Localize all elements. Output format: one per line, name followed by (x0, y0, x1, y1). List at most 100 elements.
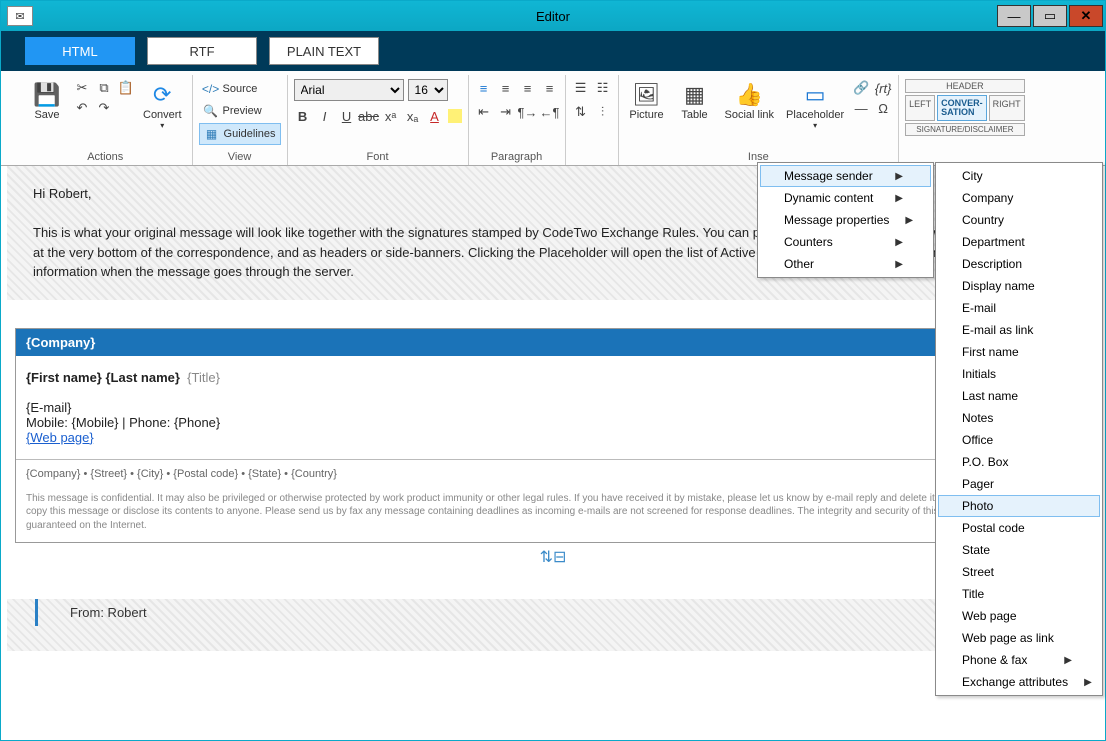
numbering-button[interactable]: ☷ (594, 79, 612, 97)
minimize-button[interactable]: — (997, 5, 1031, 27)
menu-item-office[interactable]: Office (938, 429, 1100, 451)
menu-item-country[interactable]: Country (938, 209, 1100, 231)
tab-plaintext[interactable]: PLAIN TEXT (269, 37, 379, 65)
copy-button[interactable]: ⧉ (95, 79, 113, 97)
menu-item-e-mail-as-link[interactable]: E-mail as link (938, 319, 1100, 341)
fontcolor-button[interactable]: A (426, 107, 444, 125)
menu-item-title[interactable]: Title (938, 583, 1100, 605)
italic-button[interactable]: I (316, 107, 334, 125)
close-button[interactable]: ✕ (1069, 5, 1103, 27)
layout-signature[interactable]: SIGNATURE/DISCLAIMER (905, 123, 1025, 136)
layout-right[interactable]: RIGHT (989, 95, 1025, 121)
tab-rtf[interactable]: RTF (147, 37, 257, 65)
picture-button[interactable]: 🖼Picture (625, 79, 669, 123)
sociallink-button[interactable]: 👍Social link (721, 79, 779, 123)
window-buttons: — ▭ ✕ (997, 5, 1105, 27)
menu-item-message-properties[interactable]: Message properties▶ (760, 209, 931, 231)
link-icon[interactable]: 🔗 (852, 79, 870, 97)
menu-item-web-page-as-link[interactable]: Web page as link (938, 627, 1100, 649)
undo-button[interactable]: ↶ (73, 99, 91, 117)
group-label-lists (572, 149, 612, 165)
align-left-button[interactable]: ≡ (475, 79, 493, 97)
guidelines-icon: ▦ (204, 126, 220, 142)
placeholder-icon: ▭ (801, 81, 829, 109)
thumbsup-icon: 👍 (735, 81, 763, 109)
menu-item-company[interactable]: Company (938, 187, 1100, 209)
align-center-button[interactable]: ≡ (497, 79, 515, 97)
menu-item-first-name[interactable]: First name (938, 341, 1100, 363)
sig-phone-label: Phone: (129, 415, 170, 430)
tab-html[interactable]: HTML (25, 37, 135, 65)
convert-button[interactable]: ⟳ Convert ▾ (139, 79, 186, 132)
spacing-button[interactable]: ⫶ (594, 103, 612, 121)
cut-button[interactable]: ✂ (73, 79, 91, 97)
highlight-button[interactable] (448, 109, 462, 123)
menu-item-e-mail[interactable]: E-mail (938, 297, 1100, 319)
menu-item-department[interactable]: Department (938, 231, 1100, 253)
ribbon-group-insert: 🖼Picture ▦Table 👍Social link ▭Placeholde… (619, 75, 900, 165)
outdent-button[interactable]: ⇤ (475, 103, 493, 121)
save-button[interactable]: 💾 Save (25, 79, 69, 123)
menu-item-dynamic-content[interactable]: Dynamic content▶ (760, 187, 931, 209)
menu-item-exchange-attributes[interactable]: Exchange attributes▶ (938, 671, 1100, 693)
menu-item-other[interactable]: Other▶ (760, 253, 931, 275)
align-justify-button[interactable]: ≡ (541, 79, 559, 97)
menu-item-city[interactable]: City (938, 165, 1100, 187)
menu-item-postal-code[interactable]: Postal code (938, 517, 1100, 539)
font-name-select[interactable]: Arial (294, 79, 404, 101)
menu-item-message-sender[interactable]: Message sender▶ (760, 165, 931, 187)
underline-button[interactable]: U (338, 107, 356, 125)
menu-item-notes[interactable]: Notes (938, 407, 1100, 429)
menu-item-display-name[interactable]: Display name (938, 275, 1100, 297)
sig-lastname: {Last name} (106, 370, 180, 385)
layout-left[interactable]: LEFT (905, 95, 935, 121)
bold-button[interactable]: B (294, 107, 312, 125)
menu-item-phone-fax[interactable]: Phone & fax▶ (938, 649, 1100, 671)
table-button[interactable]: ▦Table (673, 79, 717, 123)
sig-mobile: {Mobile} (72, 415, 119, 430)
sig-mobile-label: Mobile: (26, 415, 68, 430)
rt-icon[interactable]: {rt} (874, 79, 892, 97)
menu-item-photo[interactable]: Photo (938, 495, 1100, 517)
ribbon-group-paragraph: ≡ ≡ ≡ ≡ ⇤ ⇥ ¶→ ←¶ Paragraph (469, 75, 566, 165)
menu-item-initials[interactable]: Initials (938, 363, 1100, 385)
strike-button[interactable]: abc (360, 107, 378, 125)
chevron-down-icon: ▾ (813, 121, 817, 130)
menu-item-last-name[interactable]: Last name (938, 385, 1100, 407)
maximize-button[interactable]: ▭ (1033, 5, 1067, 27)
paste-button[interactable]: 📋 (117, 79, 135, 97)
sig-title: {Title} (187, 370, 220, 385)
superscript-button[interactable]: xᵃ (382, 107, 400, 125)
ribbon-group-actions: 💾 Save ✂ ⧉ 📋 ↶ ↷ ⟳ Convert ▾ Actions (19, 75, 193, 165)
hr-button[interactable]: — (852, 99, 870, 117)
menu-item-street[interactable]: Street (938, 561, 1100, 583)
source-button[interactable]: </>Source (199, 79, 281, 99)
lineheight-button[interactable]: ⇅ (572, 103, 590, 121)
ltr-button[interactable]: ¶→ (519, 103, 537, 121)
menu-item-web-page[interactable]: Web page (938, 605, 1100, 627)
sig-email: {E-mail} (26, 400, 939, 415)
menu-item-description[interactable]: Description (938, 253, 1100, 275)
ribbon-group-view: </>Source 🔍Preview ▦Guidelines View (193, 75, 288, 165)
subscript-button[interactable]: xₐ (404, 107, 422, 125)
menu-item-state[interactable]: State (938, 539, 1100, 561)
sig-webpage[interactable]: {Web page} (26, 430, 939, 445)
placeholder-button[interactable]: ▭Placeholder▾ (782, 79, 848, 132)
menu-item-pager[interactable]: Pager (938, 473, 1100, 495)
bullets-button[interactable]: ☰ (572, 79, 590, 97)
app-icon: ✉ (7, 6, 33, 26)
layout-header[interactable]: HEADER (905, 79, 1025, 93)
redo-button[interactable]: ↷ (95, 99, 113, 117)
preview-button[interactable]: 🔍Preview (199, 101, 281, 121)
ribbon-group-lists: ☰ ☷ ⇅ ⫶ (566, 75, 619, 165)
menu-item-p-o-box[interactable]: P.O. Box (938, 451, 1100, 473)
align-right-button[interactable]: ≡ (519, 79, 537, 97)
layout-conversation[interactable]: CONVER- SATION (937, 95, 987, 121)
font-size-select[interactable]: 16 (408, 79, 448, 101)
guidelines-button[interactable]: ▦Guidelines (199, 123, 281, 145)
chevron-right-icon: ▶ (895, 237, 903, 248)
indent-button[interactable]: ⇥ (497, 103, 515, 121)
rtl-button[interactable]: ←¶ (541, 103, 559, 121)
omega-button[interactable]: Ω (874, 99, 892, 117)
menu-item-counters[interactable]: Counters▶ (760, 231, 931, 253)
